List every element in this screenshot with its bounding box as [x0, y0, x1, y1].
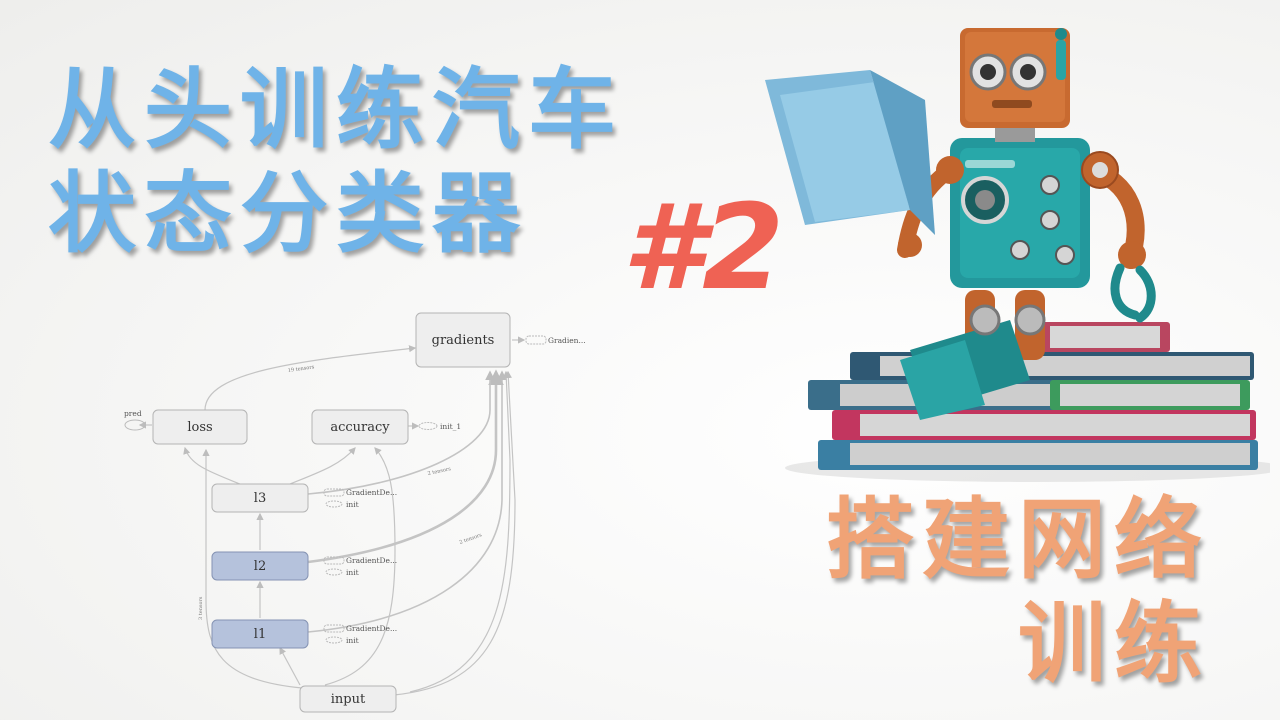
subtitle-line-1: 搭建网络: [825, 488, 1210, 591]
video-title: 从头训练汽车 状态分类器: [48, 58, 624, 266]
robot-head: [960, 28, 1070, 142]
edge-l2-gradients: [307, 369, 504, 564]
title-line-2: 状态分类器: [48, 162, 529, 265]
init1-label: init_1: [440, 422, 461, 431]
edge-loss-gradients: [204, 345, 417, 411]
graph-edges: [138, 336, 526, 696]
l2-grad-label: GradientDe...: [346, 556, 397, 565]
node-input-label: input: [331, 692, 366, 707]
l1-init-chip: [325, 636, 343, 644]
node-gradients-label: gradients: [432, 333, 495, 348]
l3-init-chip: [325, 500, 343, 508]
title-line-1: 从头训练汽车: [48, 58, 625, 161]
robot-body: [950, 138, 1090, 288]
tensorboard-graph: pred gradients Gradien... loss accuracy …: [124, 312, 586, 713]
robot-reading-book-icon: [765, 28, 1270, 482]
init1-chip: [418, 422, 438, 430]
node-l2-label: l2: [254, 559, 266, 574]
l3-init-label: init: [346, 500, 359, 509]
pred-label: pred: [124, 409, 142, 418]
edge-label-l3-gradients: 2 tensors: [427, 466, 452, 477]
edge-label-input-loss: 3 tensors: [198, 596, 204, 620]
gradients-out-label: Gradien...: [548, 336, 586, 345]
l2-init-label: init: [346, 568, 359, 577]
node-accuracy-label: accuracy: [330, 420, 390, 435]
gradients-out-chip: [525, 335, 547, 345]
l3-grad-label: GradientDe...: [346, 488, 397, 497]
edge-label-l2-gradients: 2 tensors: [459, 532, 484, 546]
edge-input-l1: [279, 646, 301, 686]
video-subtitle: 搭建网络 训练: [826, 488, 1210, 696]
node-loss-label: loss: [187, 420, 212, 435]
node-l3-label: l3: [254, 491, 266, 506]
edge-input-accuracy: [324, 447, 396, 686]
edge-label-loss-gradients: 19 tensors: [287, 364, 315, 374]
edge-l3-accuracy: [289, 447, 356, 485]
l1-init-label: init: [346, 636, 359, 645]
subtitle-line-2: 训练: [1017, 592, 1210, 695]
node-l1-label: l1: [254, 627, 266, 642]
l1-grad-label: GradientDe...: [346, 624, 397, 633]
l2-init-chip: [325, 568, 343, 576]
episode-number: #2: [622, 178, 784, 316]
edge-l3-loss: [183, 446, 241, 485]
